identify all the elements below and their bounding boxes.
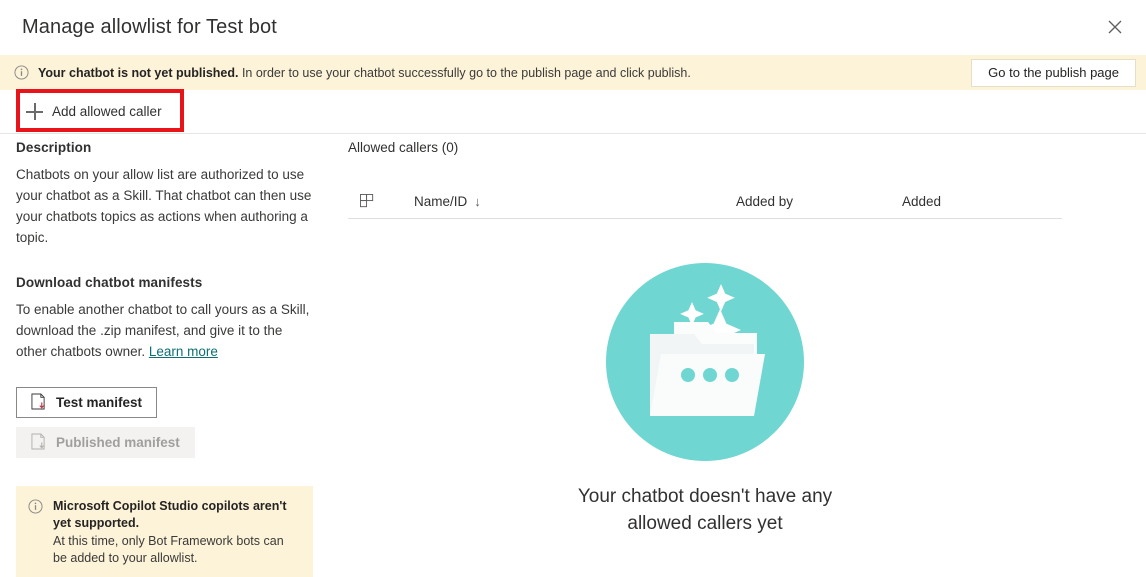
- empty-state: Your chatbot doesn't have any allowed ca…: [348, 262, 1062, 537]
- column-header-name-id[interactable]: Name/ID ↓: [414, 194, 736, 209]
- allowed-callers-section: Allowed callers (0) Name/ID ↓ Added by A…: [348, 140, 1062, 219]
- publish-warning-banner: Your chatbot is not yet published. In or…: [0, 55, 1146, 90]
- download-manifests-heading: Download chatbot manifests: [16, 275, 203, 290]
- document-download-icon: [31, 433, 46, 453]
- warning-title: Microsoft Copilot Studio copilots aren't…: [53, 499, 287, 530]
- published-manifest-button[interactable]: Published manifest: [16, 427, 195, 458]
- description-body: Chatbots on your allow list are authoriz…: [16, 167, 312, 245]
- add-allowed-caller-button[interactable]: Add allowed caller: [18, 96, 172, 128]
- info-icon: [28, 498, 43, 567]
- info-icon: [14, 65, 29, 80]
- warning-text: Microsoft Copilot Studio copilots aren't…: [53, 498, 301, 567]
- go-to-publish-page-button[interactable]: Go to the publish page: [971, 58, 1136, 87]
- dialog-titlebar: Manage allowlist for Test bot: [0, 0, 1146, 54]
- banner-message-bold: Your chatbot is not yet published.: [38, 65, 239, 80]
- column-header-added-by[interactable]: Added by: [736, 194, 902, 209]
- published-manifest-label: Published manifest: [56, 435, 180, 450]
- plus-icon: [26, 103, 43, 120]
- folder-sparkles-illustration: [605, 262, 805, 467]
- page-title: Manage allowlist for Test bot: [22, 15, 277, 38]
- download-manifests-body: To enable another chatbot to call yours …: [16, 299, 316, 362]
- test-manifest-button[interactable]: Test manifest: [16, 387, 158, 418]
- copilot-unsupported-warning: Microsoft Copilot Studio copilots aren't…: [16, 486, 313, 577]
- sort-descending-icon: ↓: [474, 194, 481, 209]
- command-bar-divider: [0, 133, 1146, 134]
- table-header-row: Name/ID ↓ Added by Added: [348, 185, 1062, 219]
- banner-message-rest: In order to use your chatbot successfull…: [238, 65, 691, 80]
- grid-columns-icon[interactable]: [348, 194, 414, 209]
- test-manifest-label: Test manifest: [56, 395, 143, 410]
- add-allowed-caller-label: Add allowed caller: [52, 104, 162, 119]
- learn-more-link[interactable]: Learn more: [149, 344, 218, 359]
- command-bar: Add allowed caller: [0, 90, 1146, 133]
- description-heading: Description: [16, 140, 92, 155]
- sidebar: Description Chatbots on your allow list …: [16, 140, 316, 577]
- manifest-buttons: Test manifest Published manifest: [16, 387, 316, 458]
- column-header-name-id-label: Name/ID: [414, 194, 468, 209]
- banner-message: Your chatbot is not yet published. In or…: [38, 65, 691, 81]
- column-header-added[interactable]: Added: [902, 194, 1062, 209]
- close-button[interactable]: [1098, 11, 1132, 43]
- warning-body: At this time, only Bot Framework bots ca…: [53, 534, 284, 565]
- close-icon: [1108, 20, 1122, 34]
- manage-allowlist-dialog: Manage allowlist for Test bot Your chatb…: [0, 0, 1146, 577]
- empty-state-caption: Your chatbot doesn't have any allowed ca…: [577, 486, 833, 534]
- document-download-icon: [31, 393, 46, 413]
- allowed-callers-title: Allowed callers (0): [348, 140, 459, 155]
